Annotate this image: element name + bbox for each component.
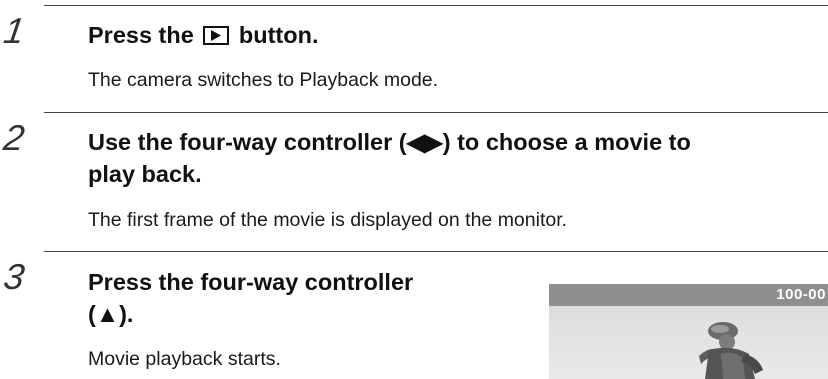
step-3-title: Press the four-way controller (▲).: [88, 266, 413, 330]
step-3-divider: [44, 251, 828, 252]
file-number-label: 100-00: [776, 286, 826, 303]
step-2-title: Use the four-way controller (◀▶) to choo…: [88, 126, 691, 190]
step-1-description: The camera switches to Playback mode.: [88, 69, 439, 91]
step-2-description: The first frame of the movie is displaye…: [88, 209, 568, 231]
step-3-title-line-1: Press the four-way controller: [88, 269, 414, 295]
step-2-title-line-2: play back.: [88, 161, 202, 187]
step-1-title: Press the button.: [88, 19, 318, 51]
step-1-title-after: button.: [232, 22, 319, 48]
step-2-divider: [44, 112, 828, 113]
step-1-divider: [44, 5, 828, 6]
step-3-description: Movie playback starts.: [88, 348, 281, 370]
playback-button-icon: [203, 26, 230, 45]
step-3-title-line-2: (▲).: [88, 301, 134, 327]
step-1-title-before: Press the: [88, 22, 201, 48]
monitor-preview: 100-00: [549, 284, 828, 379]
step-3-number: 3: [1, 256, 27, 297]
step-2-number: 2: [1, 117, 27, 158]
step-2-title-line-1: Use the four-way controller (◀▶) to choo…: [88, 129, 691, 155]
step-1-number: 1: [1, 10, 27, 51]
